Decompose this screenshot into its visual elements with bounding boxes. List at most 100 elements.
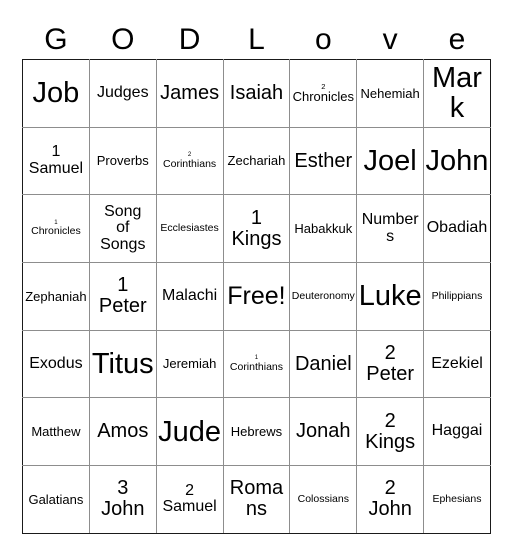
bingo-cell[interactable]: Jude (155, 397, 224, 467)
bingo-cell-text: John (425, 144, 489, 177)
bingo-card: GODLove Job Judges James Isaiah 2 Chronicles N… (22, 10, 491, 534)
bingo-cell-text: Titus (91, 348, 155, 379)
bingo-cell-line: Job (32, 77, 80, 110)
bingo-row: 1 Samuel Proverbs 2 Corinthians Zechariah Esth… (22, 126, 491, 196)
bingo-cell[interactable]: 1 Chronicles (22, 194, 90, 264)
bingo-cell[interactable]: 1 Peter (88, 262, 157, 331)
bingo-cell-text: Jeremiah (158, 357, 222, 371)
bingo-cell[interactable]: John (423, 126, 491, 196)
bingo-cell-line: Mark (432, 61, 482, 125)
bingo-cell[interactable]: James (155, 59, 224, 128)
bingo-cell-text: Hebrews (225, 425, 289, 439)
bingo-cell-text: Luke (358, 281, 422, 312)
bingo-cell-line: John (425, 144, 489, 177)
bingo-cell[interactable]: Titus (88, 329, 157, 399)
bingo-cell[interactable]: Deuteronomy (289, 262, 358, 331)
bingo-cell[interactable]: 2 Peter (356, 329, 425, 399)
bingo-body: Job Judges James Isaiah 2 Chronicles Nehemiah M… (22, 59, 491, 534)
bingo-cell[interactable]: Nehemiah (356, 59, 425, 128)
bingo-grid: GODLove Job Judges James Isaiah 2 Chronicles N… (22, 10, 491, 534)
bingo-cell-line: Joel (363, 144, 417, 177)
bingo-cell-text: 2 Kings (358, 410, 422, 453)
bingo-cell-line: Proverbs (96, 153, 149, 169)
bingo-cell[interactable]: Job (22, 59, 90, 128)
bingo-cell-line: Free! (227, 282, 286, 311)
bingo-cell[interactable]: Haggai (423, 397, 491, 467)
bingo-cell[interactable]: 1 Corinthians (222, 329, 291, 399)
bingo-cell-text: Free! (225, 282, 289, 311)
bingo-cell-text: Isaiah (225, 81, 289, 104)
bingo-cell-free-space[interactable]: Free! (222, 262, 291, 331)
bingo-cell[interactable]: 2 Kings (356, 397, 425, 467)
bingo-cell[interactable]: Romans (222, 465, 291, 534)
bingo-cell[interactable]: Ecclesiastes (155, 194, 224, 264)
bingo-cell-line: Ephesians (432, 492, 482, 505)
bingo-cell-text: Colossians (291, 493, 355, 505)
bingo-cell[interactable]: Luke (356, 262, 425, 331)
bingo-cell[interactable]: Exodus (22, 329, 90, 399)
bingo-cell[interactable]: Daniel (289, 329, 358, 399)
bingo-cell-line: 2 (384, 477, 396, 500)
bingo-cell[interactable]: 2 Corinthians (155, 126, 224, 196)
bingo-cell-text: Daniel (291, 352, 355, 375)
bingo-cell[interactable]: Song of Songs (88, 194, 157, 264)
bingo-cell-text: Judges (91, 84, 155, 102)
bingo-cell[interactable]: Jeremiah (155, 329, 224, 399)
bingo-cell-text: 1 Chronicles (24, 219, 88, 238)
bingo-cell[interactable]: Jonah (289, 397, 358, 467)
bingo-cell[interactable]: Zephaniah (22, 262, 90, 331)
bingo-cell-line: 1 (51, 143, 61, 161)
bingo-cell-text: 1 Peter (91, 275, 155, 317)
bingo-cell-text: Amos (91, 421, 155, 442)
bingo-cell-line: Daniel (294, 352, 352, 375)
bingo-cell-text: Jonah (291, 421, 355, 442)
bingo-cell[interactable]: Obadiah (423, 194, 491, 264)
bingo-cell[interactable]: Numbers (356, 194, 425, 264)
bingo-row: Exodus Titus Jeremiah 1 Corinthians Daniel 2 Pe… (22, 329, 491, 399)
bingo-cell-line: Zephaniah (25, 288, 87, 304)
header-letter-3: L (248, 23, 265, 56)
bingo-cell[interactable]: Amos (88, 397, 157, 467)
bingo-cell[interactable]: Judges (88, 59, 157, 128)
bingo-cell[interactable]: Proverbs (88, 126, 157, 196)
bingo-cell[interactable]: Philippians (423, 262, 491, 331)
bingo-cell[interactable]: 2 John (356, 465, 425, 534)
bingo-cell-line: 1 (250, 206, 263, 229)
bingo-cell-text: 2 Samuel (158, 482, 222, 517)
bingo-cell-line: Corinthians (229, 360, 284, 373)
bingo-cell[interactable]: 1 Samuel (22, 126, 90, 196)
bingo-cell-line: Habakkuk (294, 220, 353, 236)
bingo-cell[interactable]: Matthew (22, 397, 90, 467)
bingo-cell[interactable]: Colossians (289, 465, 358, 534)
bingo-cell-line: Peter (98, 295, 147, 318)
bingo-cell-line: of (116, 219, 130, 237)
bingo-cell[interactable]: Joel (356, 126, 425, 196)
bingo-cell-line: 3 (117, 477, 129, 500)
bingo-cell[interactable]: 1 Kings (222, 194, 291, 264)
bingo-cell-text: 1 Samuel (24, 143, 88, 178)
bingo-cell-line: Isaiah (229, 81, 284, 104)
bingo-cell-line: Kings (365, 430, 416, 453)
bingo-cell[interactable]: Mark (423, 59, 491, 128)
bingo-cell-text: Nehemiah (358, 86, 422, 101)
bingo-cell-text: James (158, 82, 222, 104)
bingo-cell[interactable]: Zechariah (222, 126, 291, 196)
bingo-cell-line: Haggai (431, 422, 483, 440)
bingo-cell[interactable]: Isaiah (222, 59, 291, 128)
bingo-cell[interactable]: 3 John (88, 465, 157, 534)
bingo-cell[interactable]: 2 Chronicles (289, 59, 358, 128)
bingo-cell[interactable]: Habakkuk (289, 194, 358, 264)
bingo-cell[interactable]: Ezekiel (423, 329, 491, 399)
bingo-cell[interactable]: Hebrews (222, 397, 291, 467)
bingo-cell[interactable]: Ephesians (423, 465, 491, 534)
bingo-cell-line: Chronicles (31, 225, 81, 238)
bingo-cell-line: 2 (384, 342, 396, 365)
bingo-cell-line: Obadiah (426, 219, 488, 237)
bingo-cell[interactable]: Galatians (22, 465, 90, 534)
bingo-row: 1 Chronicles Song of Songs Ecclesiastes 1 Kings… (22, 194, 491, 264)
bingo-cell-line: Deuteronomy (291, 289, 355, 302)
bingo-cell[interactable]: Esther (289, 126, 358, 196)
bingo-cell[interactable]: 2 Samuel (155, 465, 224, 534)
bingo-cell-line: Songs (100, 236, 146, 254)
bingo-cell[interactable]: Malachi (155, 262, 224, 331)
